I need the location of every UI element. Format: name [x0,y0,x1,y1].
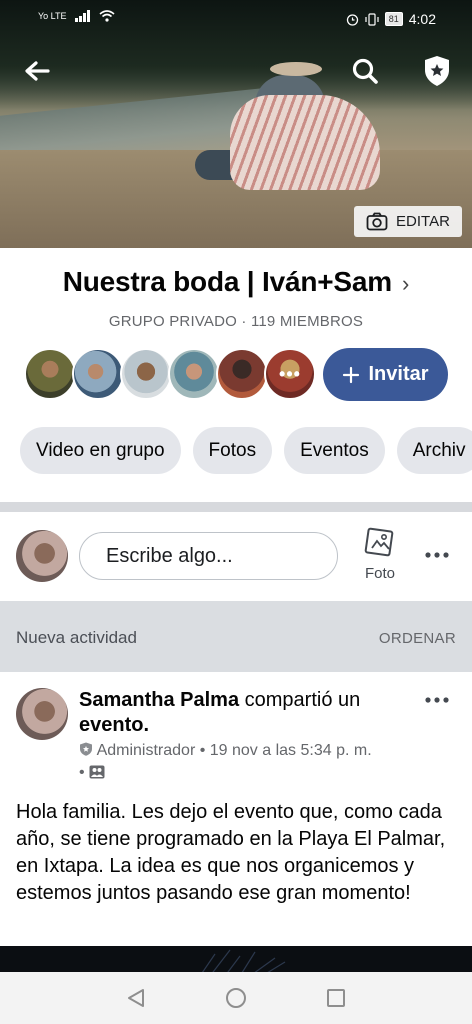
photo-label: Foto [364,565,395,582]
invite-label: Invitar [368,363,429,385]
post-timestamp[interactable]: 19 nov a las 5:34 p. m. [210,742,372,759]
user-avatar[interactable] [16,530,68,582]
status-bar: Yo LTE 81 4:02 [0,0,472,36]
photo-button[interactable]: Foto [358,526,402,586]
post-meta: Administrador • 19 nov a las 5:34 p. m. … [79,742,372,781]
tab-eventos[interactable]: Eventos [284,427,385,474]
sort-button[interactable]: ORDENAR [379,630,456,647]
activity-title: Nueva actividad [16,628,137,647]
post-author-avatar[interactable] [16,688,68,740]
search-icon [352,58,378,84]
post-more-button[interactable] [420,688,454,712]
invite-button[interactable]: Invitar [323,348,448,401]
arrow-left-icon [25,61,50,81]
plus-icon [343,366,360,383]
tab-video-en-grupo[interactable]: Video en grupo [20,427,181,474]
shield-star-icon [425,56,449,86]
composer-more-button[interactable] [420,543,454,567]
chevron-right-icon: › [401,271,410,296]
admin-tools-button[interactable] [420,54,454,88]
alarm-icon [346,13,358,26]
ellipsis-icon [425,697,449,703]
system-nav-bar [0,972,472,1024]
clock: 4:02 [408,11,436,27]
admin-badge-icon [80,742,92,756]
activity-header: Nueva actividad ORDENAR [0,601,472,672]
post-author-role: Administrador [96,742,196,759]
camera-icon [366,212,388,231]
composer-placeholder: Escribe algo... [106,544,233,567]
group-tabs: Video en grupo Fotos Eventos Archiv [20,427,472,474]
more-members-avatar[interactable]: ••• [264,348,316,400]
more-members-label: ••• [279,363,301,384]
edit-label: EDITAR [396,213,450,230]
group-page: Yo LTE 81 4:02 EDITAR Nuestra boda | Ivá… [0,0,472,1024]
network-label: Yo LTE [38,11,67,21]
back-button[interactable] [20,54,54,88]
tab-fotos[interactable]: Fotos [192,427,273,474]
tab-archivos[interactable]: Archiv [396,427,472,474]
post-author[interactable]: Samantha Palma [79,689,239,711]
edit-cover-button[interactable]: EDITAR [354,206,462,237]
signal-icon [74,10,90,22]
group-privacy-icon [89,765,105,779]
member-avatar[interactable] [72,348,124,400]
circle-home-icon [226,988,246,1008]
group-title-row[interactable]: Nuestra boda | Iván+Sam › [0,266,472,298]
member-avatar[interactable] [120,348,172,400]
post-event-link[interactable]: evento. [79,714,149,736]
member-avatar[interactable] [216,348,268,400]
battery-indicator: 81 [384,12,403,26]
nav-recents-button[interactable] [321,986,351,1010]
vibrate-icon [365,12,379,26]
member-avatar[interactable] [168,348,220,400]
ellipsis-icon [425,552,449,558]
member-avatar[interactable] [24,348,76,400]
post-action: compartió un [239,689,361,711]
triangle-back-icon [128,989,144,1007]
square-recents-icon [327,989,345,1007]
group-title: Nuestra boda | Iván+Sam [62,266,392,297]
photo-icon [364,527,394,557]
cover-photo[interactable]: Yo LTE 81 4:02 EDITAR [0,0,472,248]
post-body: Hola familia. Les dejo el evento que, co… [16,801,446,904]
group-subtitle: GRUPO PRIVADO · 119 MIEMBROS [108,313,364,330]
search-button[interactable] [348,54,382,88]
section-divider [0,502,472,512]
nav-back-button[interactable] [121,986,151,1010]
wifi-icon [99,10,115,22]
composer-input[interactable]: Escribe algo... [79,532,338,580]
post-header: Samantha Palma compartió un evento. [79,688,409,738]
nav-home-button[interactable] [221,986,251,1010]
